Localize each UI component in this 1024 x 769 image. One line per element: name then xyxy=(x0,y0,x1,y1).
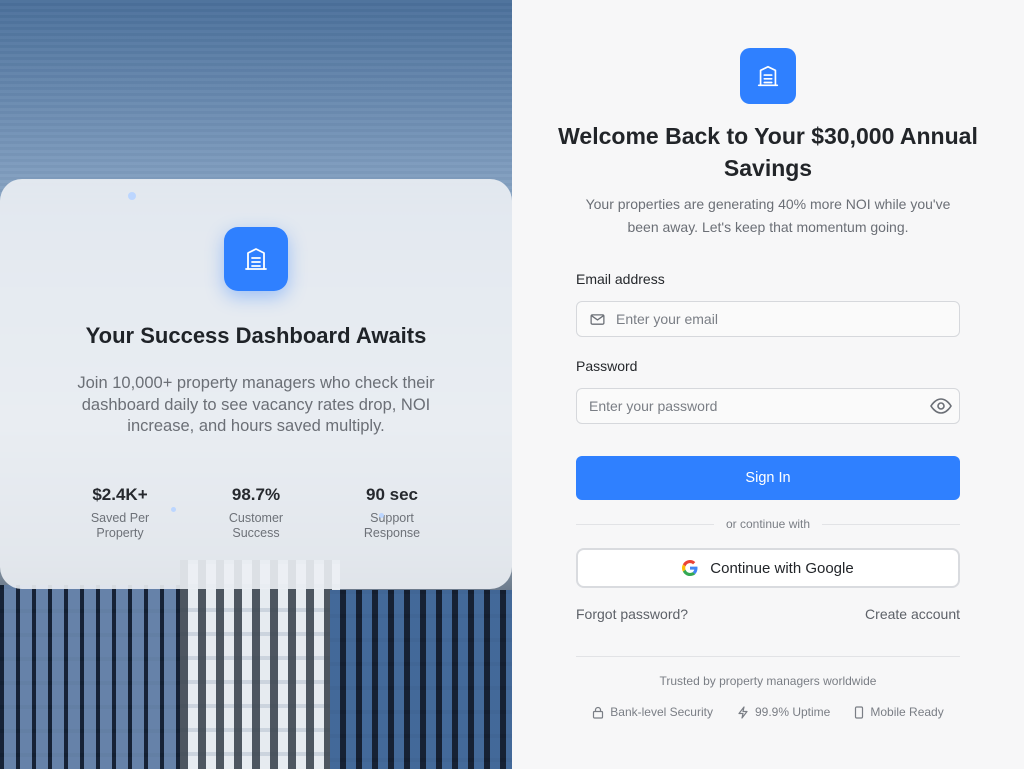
badge-label: Bank-level Security xyxy=(610,705,713,719)
google-icon xyxy=(682,560,698,576)
trusted-text: Trusted by property managers worldwide xyxy=(659,674,877,688)
stat-value: $2.4K+ xyxy=(92,485,148,504)
hero-title: Your Success Dashboard Awaits xyxy=(85,323,427,348)
decorative-dot xyxy=(171,507,176,512)
divider-text: or continue with xyxy=(725,517,811,531)
app-logo-icon xyxy=(740,48,796,104)
hero-panel: Your Success Dashboard Awaits Join 10,00… xyxy=(0,0,512,769)
trust-badges: Bank-level Security 99.9% Uptime Mobile … xyxy=(576,705,960,719)
sign-in-button[interactable]: Sign In xyxy=(576,456,960,500)
login-panel: Welcome Back to Your $30,000 Annual Savi… xyxy=(512,0,1024,769)
badge-security: Bank-level Security xyxy=(592,705,713,719)
lock-icon xyxy=(592,706,604,719)
auth-links: Forgot password? Create account xyxy=(576,606,960,622)
decorative-dot xyxy=(379,513,384,518)
building-image-right xyxy=(330,590,512,769)
stat-label: Customer Success xyxy=(228,511,284,540)
password-label: Password xyxy=(576,358,638,374)
password-field-wrapper xyxy=(576,388,960,424)
email-input[interactable] xyxy=(616,311,959,327)
hero-card: Your Success Dashboard Awaits Join 10,00… xyxy=(0,179,512,589)
page-title: Welcome Back to Your $30,000 Annual Savi… xyxy=(558,123,978,181)
hero-description: Join 10,000+ property managers who check… xyxy=(77,374,435,435)
divider: or continue with xyxy=(576,516,961,532)
google-button-label: Continue with Google xyxy=(710,559,854,577)
mail-icon xyxy=(589,311,606,328)
password-input[interactable] xyxy=(589,398,923,414)
hero-background xyxy=(0,0,512,200)
forgot-password-link[interactable]: Forgot password? xyxy=(576,606,688,622)
badge-label: 99.9% Uptime xyxy=(754,705,831,719)
email-label: Email address xyxy=(576,271,665,287)
badge-mobile: Mobile Ready xyxy=(854,705,944,719)
phone-icon xyxy=(854,705,864,719)
stat-value: 98.7% xyxy=(231,485,281,504)
stat-item: 90 sec Support Response xyxy=(324,485,460,541)
footer-divider xyxy=(576,656,960,657)
stat-label: Support Response xyxy=(363,511,421,540)
stat-item: 98.7% Customer Success xyxy=(188,485,324,541)
decorative-dot xyxy=(128,192,136,200)
badge-uptime: 99.9% Uptime xyxy=(737,705,830,719)
page-subtitle: Your properties are generating 40% more … xyxy=(585,196,951,235)
eye-icon[interactable] xyxy=(929,394,953,418)
building-icon xyxy=(224,227,288,291)
bolt-icon xyxy=(737,705,749,719)
badge-label: Mobile Ready xyxy=(870,705,944,719)
building-image-center xyxy=(180,560,340,769)
stat-label: Saved Per Property xyxy=(90,511,150,540)
hero-stats: $2.4K+ Saved Per Property 98.7% Customer… xyxy=(52,485,460,541)
email-field-wrapper xyxy=(576,301,960,337)
stat-value: 90 sec xyxy=(366,485,418,504)
create-account-link[interactable]: Create account xyxy=(865,606,960,622)
stat-item: $2.4K+ Saved Per Property xyxy=(52,485,188,541)
building-image-left xyxy=(0,585,200,769)
google-sign-in-button[interactable]: Continue with Google xyxy=(576,548,960,588)
